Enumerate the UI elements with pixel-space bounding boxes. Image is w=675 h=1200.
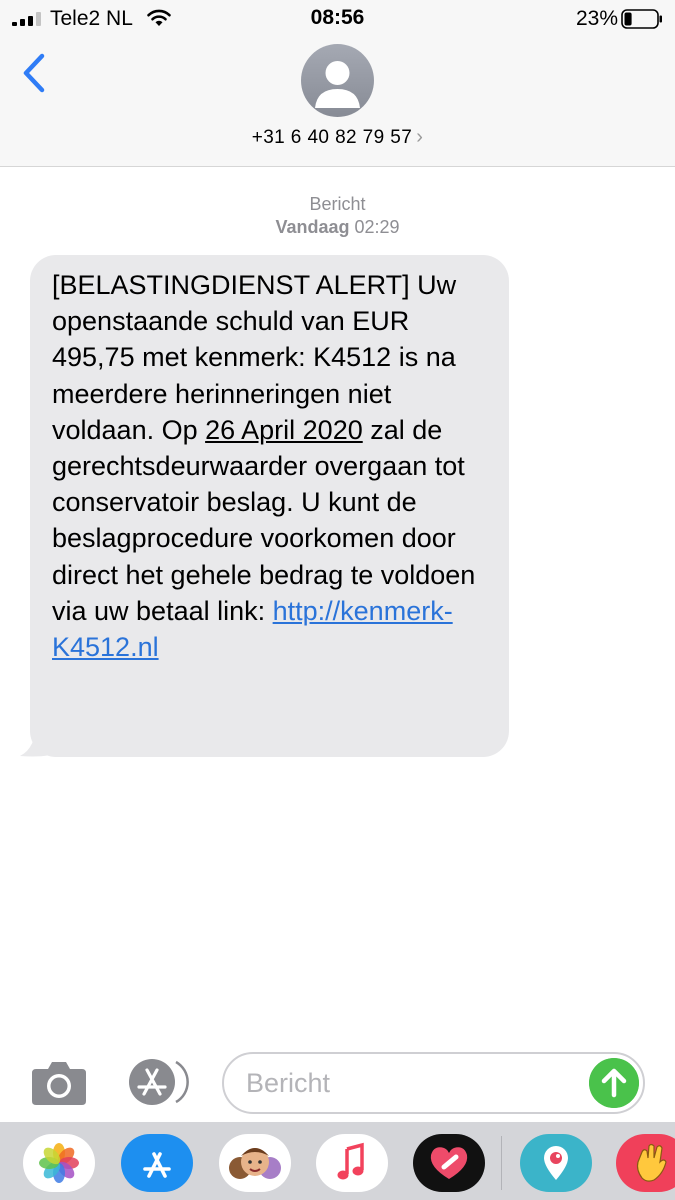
message-input[interactable]: Bericht bbox=[222, 1052, 645, 1114]
clock: 08:56 bbox=[310, 6, 365, 29]
message-input-placeholder: Bericht bbox=[246, 1068, 331, 1098]
camera-icon[interactable] bbox=[30, 1059, 88, 1107]
contact-number-button[interactable]: +31 6 40 82 79 57 › bbox=[0, 126, 675, 149]
message-bubble[interactable]: [BELASTINGDIENST ALERT] Uw openstaande s… bbox=[30, 255, 509, 757]
service-label: Bericht bbox=[309, 194, 366, 214]
messages-screen: Tele2 NL 08:56 23% +31 6 40 82 79 57 › B… bbox=[0, 0, 675, 1200]
photos-icon[interactable] bbox=[23, 1134, 95, 1192]
music-icon[interactable] bbox=[316, 1134, 388, 1192]
contact-avatar[interactable] bbox=[301, 44, 374, 117]
conversation-header: Tele2 NL 08:56 23% +31 6 40 82 79 57 › bbox=[0, 0, 675, 167]
message-timestamp: Vandaag 02:29 bbox=[0, 217, 675, 238]
message-text: [BELASTINGDIENST ALERT] Uw openstaande s… bbox=[52, 267, 497, 665]
chevron-right-icon: › bbox=[416, 126, 424, 148]
periscope-icon[interactable] bbox=[520, 1134, 592, 1192]
drawer-divider bbox=[501, 1136, 502, 1190]
app-store-icon[interactable] bbox=[121, 1134, 193, 1192]
app-drawer bbox=[0, 1122, 675, 1200]
person-icon bbox=[315, 61, 360, 108]
memoji-icon[interactable] bbox=[219, 1134, 291, 1192]
send-button[interactable] bbox=[589, 1058, 639, 1108]
date-link[interactable]: 26 April 2020 bbox=[205, 415, 363, 445]
status-bar: Tele2 NL 08:56 23% bbox=[0, 0, 675, 40]
app-store-button[interactable] bbox=[126, 1058, 190, 1106]
battery-icon bbox=[621, 9, 662, 29]
battery-percentage: 23% bbox=[575, 7, 618, 30]
day-label: Vandaag bbox=[275, 217, 350, 237]
contact-number: +31 6 40 82 79 57 bbox=[251, 127, 413, 148]
heart-app-icon[interactable] bbox=[413, 1134, 485, 1192]
wave-hand-icon[interactable] bbox=[616, 1134, 675, 1192]
back-button[interactable] bbox=[18, 50, 52, 96]
time-label: 02:29 bbox=[354, 217, 400, 237]
message-text-part2: zal de gerechtsdeurwaarder overgaan tot … bbox=[52, 414, 483, 626]
